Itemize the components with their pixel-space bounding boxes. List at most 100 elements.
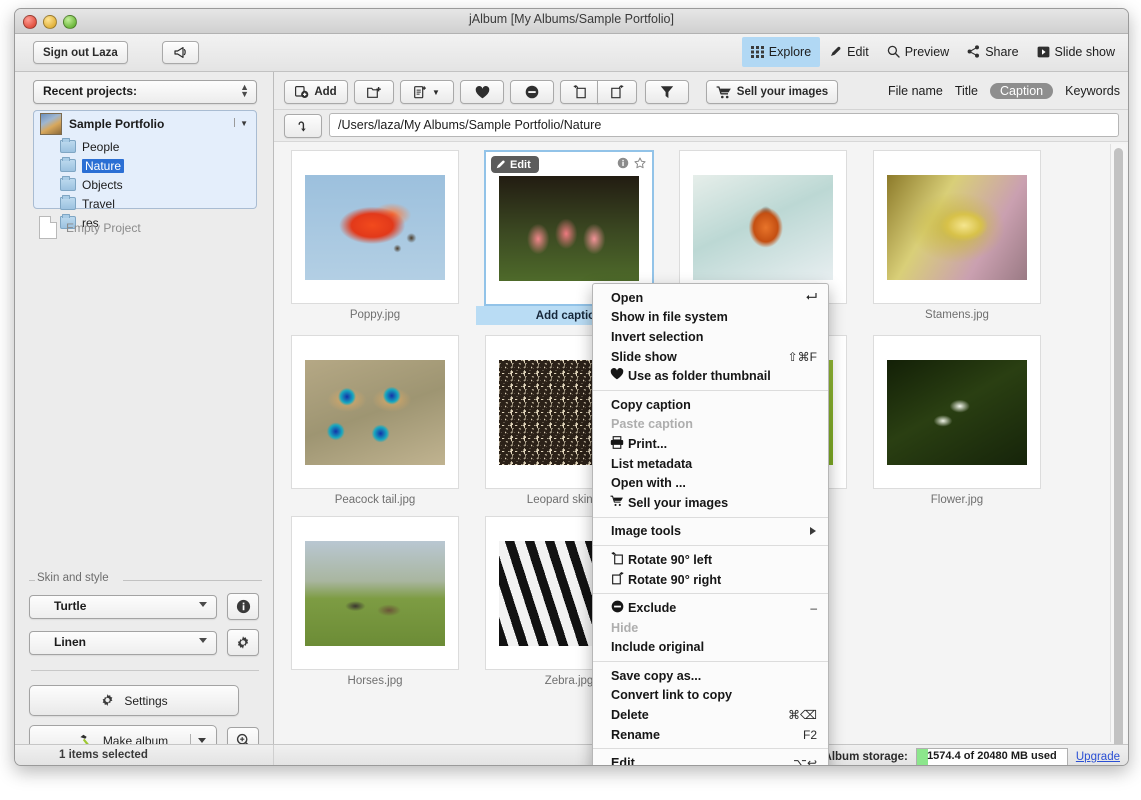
view-mode-explore[interactable]: Explore <box>741 37 821 67</box>
thumbnail-caption[interactable]: Peacock tail.jpg <box>282 494 468 506</box>
thumbnail-item[interactable]: Poppy.jpg <box>282 150 468 325</box>
menu-item-edit[interactable]: Edit ⌥↩ <box>593 753 828 765</box>
main-body: Recent projects: ▲ ▼ Sample Portfolio ▼ P… <box>15 72 1128 765</box>
menu-item-slide-show[interactable]: Slide show ⇧⌘F <box>593 347 828 367</box>
view-mode-edit[interactable]: Edit <box>820 37 878 67</box>
chevron-down-icon[interactable]: ▼ <box>234 118 248 128</box>
new-page-button[interactable]: ▼ <box>400 80 454 104</box>
skin-value: Turtle <box>54 598 87 613</box>
menu-item-show-in-file-system[interactable]: Show in file system <box>593 308 828 328</box>
heart-icon <box>475 85 490 99</box>
sell-your-images-button[interactable]: Sell your images <box>706 80 838 104</box>
storage-status: jAlbum storage: 1574.4 of 20480 MB used … <box>820 748 1120 765</box>
rotate-right-button[interactable] <box>597 80 637 104</box>
tab-title[interactable]: Title <box>955 84 978 98</box>
favorite-button[interactable] <box>460 80 504 104</box>
menu-item-invert-selection[interactable]: Invert selection <box>593 327 828 347</box>
thumbnail-card[interactable] <box>291 335 459 489</box>
sidebar-item-nature[interactable]: Nature <box>34 156 256 175</box>
sign-out-button[interactable]: Sign out Laza <box>33 41 128 64</box>
filter-button[interactable] <box>645 80 689 104</box>
edit-badge[interactable]: Edit <box>491 156 539 173</box>
thumbnail-caption[interactable]: Poppy.jpg <box>282 309 468 321</box>
thumbnail-card[interactable] <box>679 150 847 304</box>
exclude-button[interactable] <box>510 80 554 104</box>
rotate-right-icon <box>610 85 624 99</box>
tree-root-sample-portfolio[interactable]: Sample Portfolio ▼ <box>34 111 256 137</box>
sidebar-item-travel[interactable]: Travel <box>34 194 256 213</box>
recent-projects-select[interactable]: Recent projects: ▲ ▼ <box>33 80 257 104</box>
skin-info-button[interactable] <box>227 593 259 620</box>
vertical-scrollbar[interactable] <box>1110 144 1126 744</box>
menu-item-save-copy-as[interactable]: Save copy as... <box>593 666 828 686</box>
minus-circle-icon <box>610 600 624 613</box>
add-button[interactable]: Add <box>284 80 348 104</box>
menu-item-use-as-folder-thumbnail[interactable]: Use as folder thumbnail <box>593 366 828 386</box>
menu-item-sell-your-images[interactable]: Sell your images <box>593 493 828 513</box>
menu-item-exclude[interactable]: Exclude – <box>593 598 828 618</box>
menu-item-label: Exclude <box>628 601 677 616</box>
folder-icon <box>60 176 76 191</box>
gear-icon <box>100 693 115 708</box>
menu-item-image-tools[interactable]: Image tools <box>593 522 828 542</box>
view-mode-share[interactable]: Share <box>958 37 1027 67</box>
skin-select[interactable]: Turtle <box>29 594 217 619</box>
menu-item-delete[interactable]: Delete ⌘⌫ <box>593 705 828 725</box>
thumbnail-image <box>887 174 1027 280</box>
view-mode-label: Share <box>985 44 1019 59</box>
path-input[interactable]: /Users/laza/My Albums/Sample Portfolio/N… <box>329 113 1119 137</box>
menu-item-open[interactable]: Open <box>593 288 828 308</box>
thumbnail-caption[interactable]: Flower.jpg <box>864 494 1050 506</box>
info-icon[interactable] <box>617 157 629 169</box>
settings-button[interactable]: Settings <box>29 685 239 716</box>
share-icon <box>967 45 980 58</box>
upload-button[interactable]: Upload <box>29 765 217 766</box>
page-icon <box>39 216 57 239</box>
view-mode-label: Slide show <box>1054 44 1115 59</box>
thumbnail-card[interactable] <box>873 335 1041 489</box>
view-mode-preview[interactable]: Preview <box>878 37 958 67</box>
scrollbar-thumb[interactable] <box>1114 148 1123 744</box>
storage-meter-text: 1574.4 of 20480 MB used <box>927 750 1057 762</box>
megaphone-icon[interactable] <box>162 41 199 64</box>
menu-item-include-original[interactable]: Include original <box>593 638 828 658</box>
new-folder-button[interactable] <box>354 80 394 104</box>
tab-caption[interactable]: Caption <box>990 83 1054 99</box>
view-mode-slideshow[interactable]: Slide show <box>1028 37 1124 67</box>
upgrade-link[interactable]: Upgrade <box>1076 751 1120 763</box>
menu-item-rotate-right[interactable]: Rotate 90° right <box>593 570 828 590</box>
empty-project-item[interactable]: Empty Project <box>39 216 141 239</box>
menu-item-copy-caption[interactable]: Copy caption <box>593 395 828 415</box>
sidebar-item-objects[interactable]: Objects <box>34 175 256 194</box>
menu-item-convert-link-to-copy[interactable]: Convert link to copy <box>593 686 828 706</box>
menu-item-open-with[interactable]: Open with ... <box>593 473 828 493</box>
thumbnail-caption[interactable]: Stamens.jpg <box>864 309 1050 321</box>
tab-keywords[interactable]: Keywords <box>1065 84 1120 98</box>
thumbnail-item[interactable]: Horses.jpg <box>282 516 468 687</box>
add-label: Add <box>314 86 337 98</box>
thumbnail-item[interactable]: Stamens.jpg <box>864 150 1050 325</box>
app-window: jAlbum [My Albums/Sample Portfolio] Sign… <box>14 8 1129 766</box>
rotate-left-button[interactable] <box>560 80 599 104</box>
thumbnail-caption[interactable]: Horses.jpg <box>282 675 468 687</box>
selection-status: 1 items selected <box>59 749 148 761</box>
menu-item-rotate-left[interactable]: Rotate 90° left <box>593 550 828 570</box>
star-icon[interactable] <box>634 157 646 169</box>
thumbnail-card[interactable] <box>291 150 459 304</box>
thumbnail-card[interactable] <box>291 516 459 670</box>
style-select[interactable]: Linen <box>29 630 217 655</box>
thumbnail-item[interactable]: Flower.jpg <box>864 335 1050 506</box>
menu-item-list-metadata[interactable]: List metadata <box>593 454 828 474</box>
sidebar-item-label: Objects <box>82 177 123 192</box>
style-settings-button[interactable] <box>227 629 259 656</box>
menu-item-rename[interactable]: Rename F2 <box>593 725 828 745</box>
album-thumbnail-icon <box>40 113 62 135</box>
rotate-left-icon <box>610 552 624 565</box>
skin-section-label: Skin and style <box>29 572 262 584</box>
thumbnail-item[interactable]: Peacock tail.jpg <box>282 335 468 506</box>
go-up-button[interactable] <box>284 114 322 138</box>
menu-item-print[interactable]: Print... <box>593 434 828 454</box>
thumbnail-card[interactable] <box>873 150 1041 304</box>
sidebar-item-people[interactable]: People <box>34 137 256 156</box>
tab-file-name[interactable]: File name <box>888 84 943 98</box>
